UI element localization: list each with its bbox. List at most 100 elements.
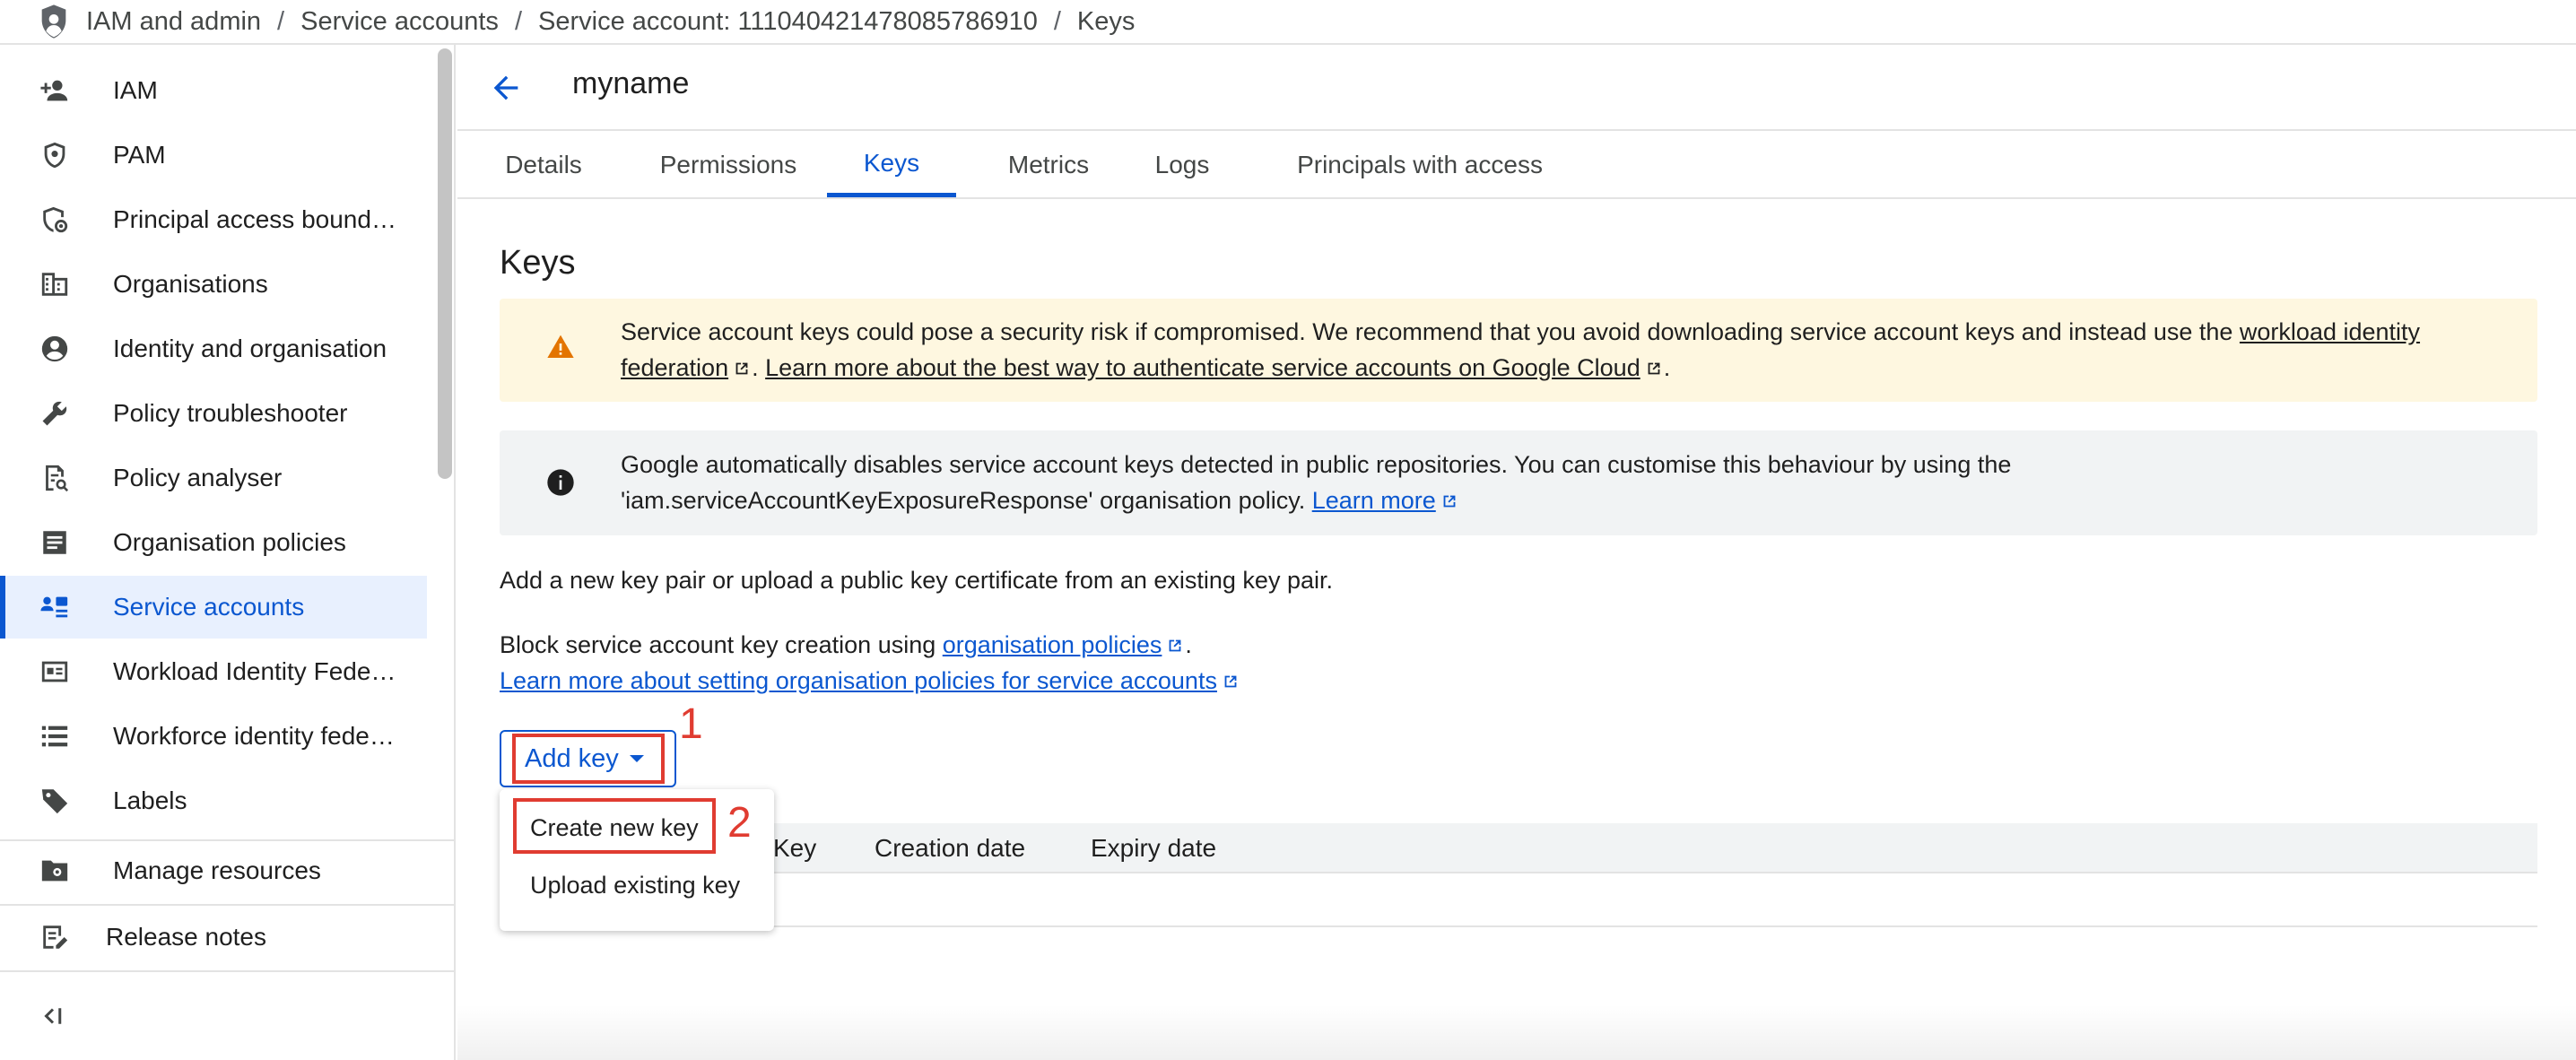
sidebar-item-label: Policy analyser	[113, 464, 283, 491]
service-account-icon	[39, 592, 70, 622]
org-policies-learn-more-link[interactable]: Learn more about setting organisation po…	[500, 667, 1217, 694]
building-icon	[39, 269, 70, 300]
sidebar-item-workload-identity[interactable]: Workload Identity Fede…	[0, 640, 427, 703]
account-circle-icon	[39, 334, 70, 364]
warning-text-part: .	[1663, 354, 1671, 381]
external-link-icon	[1648, 362, 1660, 375]
block-text-end: .	[1185, 631, 1192, 658]
table-divider	[500, 925, 2537, 927]
annotation-step-2: 2	[727, 799, 752, 847]
sidebar-divider	[0, 970, 454, 972]
keys-table-header: Key Creation date Expiry date	[500, 823, 2537, 873]
bottom-shadow	[457, 1004, 2576, 1060]
tab-details[interactable]: Details	[484, 133, 603, 197]
learn-more-org-policies: Learn more about setting organisation po…	[500, 667, 1240, 695]
sidebar-item-policy-analyser[interactable]: Policy analyser	[0, 447, 427, 509]
info-banner: Google automatically disables service ac…	[500, 430, 2537, 535]
block-key-creation-text: Block service account key creation using…	[500, 631, 1192, 659]
organisation-policies-link[interactable]: organisation policies	[943, 631, 1162, 658]
breadcrumb-separator: /	[277, 6, 285, 36]
shield-icon	[41, 4, 66, 39]
tab-logs[interactable]: Logs	[1132, 133, 1232, 197]
external-link-icon	[1443, 495, 1456, 508]
annotation-step-1: 1	[679, 700, 703, 748]
menu-item-upload-existing-key[interactable]: Upload existing key	[530, 872, 740, 899]
sidebar-item-label: Identity and organisation	[113, 335, 387, 362]
tab-keys[interactable]: Keys	[827, 133, 956, 197]
breadcrumb-item-keys: Keys	[1076, 6, 1136, 36]
sidebar-item-label: Workload Identity Fede…	[113, 657, 396, 685]
breadcrumb-separator: /	[1053, 6, 1061, 36]
sidebar-item-label: Service accounts	[113, 593, 305, 621]
back-arrow-icon[interactable]	[488, 70, 524, 106]
sidebar-item-label: Release notes	[106, 923, 267, 951]
sidebar-item-label: Organisations	[113, 270, 268, 298]
add-key-description: Add a new key pair or upload a public ke…	[500, 567, 1333, 594]
sidebar-item-label: PAM	[113, 141, 166, 169]
sidebar-item-label: Principal access bound…	[113, 205, 396, 233]
person-add-icon	[39, 75, 70, 106]
sidebar-item-iam[interactable]: IAM	[0, 59, 427, 122]
sidebar-item-label: Organisation policies	[113, 528, 346, 556]
tab-bar: Details Permissions Keys Metrics Logs Pr…	[457, 133, 2576, 199]
sidebar-item-organisations[interactable]: Organisations	[0, 253, 427, 316]
column-header-expiry-date: Expiry date	[1091, 834, 1217, 862]
breadcrumb-item-iam-admin[interactable]: IAM and admin	[86, 7, 261, 37]
sidebar-item-policy-troubleshooter[interactable]: Policy troubleshooter	[0, 382, 427, 445]
sidebar-item-release-notes[interactable]: Release notes	[0, 906, 427, 969]
sidebar-item-label: Workforce identity fede…	[113, 722, 395, 750]
document-search-icon	[39, 463, 70, 493]
info-text: Google automatically disables service ac…	[621, 447, 2502, 518]
sidebar-item-principal-access[interactable]: Principal access bound…	[0, 188, 427, 251]
external-link-icon	[1169, 639, 1181, 652]
wrench-icon	[39, 398, 70, 429]
info-icon	[547, 469, 574, 496]
annotation-box-add-key	[512, 734, 665, 784]
column-header-key: Key	[773, 834, 817, 862]
breadcrumb-separator: /	[514, 6, 522, 36]
tag-icon	[39, 786, 70, 816]
sidebar-item-service-accounts[interactable]: Service accounts	[0, 576, 427, 639]
sidebar-item-label: IAM	[113, 76, 158, 104]
section-title: Keys	[500, 244, 576, 282]
column-header-creation-date: Creation date	[875, 834, 1026, 862]
sidebar-item-workforce-identity[interactable]: Workforce identity fede…	[0, 705, 427, 768]
sidebar-item-labels[interactable]: Labels	[0, 769, 427, 832]
warning-banner: Service account keys could pose a securi…	[500, 299, 2537, 402]
tab-principals-with-access[interactable]: Principals with access	[1272, 133, 1568, 197]
sidebar: IAM PAM Principal access bound… Organisa…	[0, 45, 456, 1060]
id-card-icon	[39, 656, 70, 687]
sidebar-item-pam[interactable]: PAM	[0, 124, 427, 187]
warning-text-part: Service account keys could pose a securi…	[621, 318, 2240, 345]
breadcrumb-item-service-accounts[interactable]: Service accounts	[300, 7, 499, 37]
tab-permissions[interactable]: Permissions	[628, 133, 829, 197]
sidebar-item-label: Manage resources	[113, 856, 321, 884]
sidebar-item-organisation-policies[interactable]: Organisation policies	[0, 511, 427, 574]
breadcrumb: IAM and admin / Service accounts / Servi…	[86, 7, 1135, 37]
top-bar: IAM and admin / Service accounts / Servi…	[0, 0, 2576, 45]
block-text: Block service account key creation using	[500, 631, 943, 658]
external-link-icon	[735, 362, 748, 375]
sidebar-item-manage-resources[interactable]: Manage resources	[0, 839, 427, 902]
tab-metrics[interactable]: Metrics	[981, 133, 1116, 197]
warning-text-part: .	[752, 354, 766, 381]
page-title: myname	[572, 66, 690, 100]
sidebar-scrollbar[interactable]	[438, 48, 452, 479]
info-learn-more-link[interactable]: Learn more	[1312, 487, 1436, 514]
list-icon	[39, 721, 70, 752]
annotation-box-create-new-key	[513, 798, 716, 854]
folder-settings-icon	[39, 856, 70, 886]
breadcrumb-item-service-account[interactable]: Service account: 111040421478085786910	[538, 7, 1038, 37]
sidebar-item-label: Policy troubleshooter	[113, 399, 348, 427]
workload-identity-link[interactable]: federation	[621, 354, 728, 381]
authenticate-learn-more-link[interactable]: Learn more about the best way to authent…	[765, 354, 1640, 381]
external-link-icon	[1224, 675, 1237, 688]
release-notes-icon	[39, 922, 70, 952]
sidebar-item-label: Labels	[113, 786, 187, 814]
info-text-line: Google automatically disables service ac…	[621, 451, 2012, 478]
collapse-sidebar-icon[interactable]	[39, 1003, 66, 1030]
workload-identity-link[interactable]: workload identity	[2240, 318, 2420, 345]
info-text-line: 'iam.serviceAccountKeyExposureResponse' …	[621, 487, 1312, 514]
page-header: myname	[457, 45, 2576, 131]
sidebar-item-identity-organisation[interactable]: Identity and organisation	[0, 317, 427, 380]
